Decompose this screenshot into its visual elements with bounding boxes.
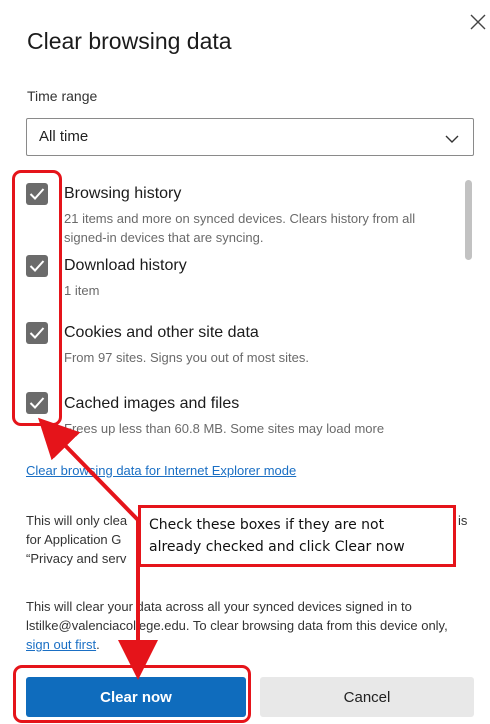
cached-images-desc: Frees up less than 60.8 MB. Some sites m… <box>64 421 385 436</box>
callout-line-2: already checked and click Clear now <box>149 539 405 555</box>
download-history-desc: 1 item <box>64 283 100 298</box>
time-range-dropdown[interactable]: All time <box>26 118 474 156</box>
time-range-label: Time range <box>27 88 98 104</box>
close-icon[interactable] <box>468 12 488 32</box>
dialog-title: Clear browsing data <box>27 28 232 54</box>
info-line-1b: is <box>458 513 468 528</box>
instruction-callout: Check these boxes if they are not alread… <box>138 505 456 567</box>
cookies-desc: From 97 sites. Signs you out of most sit… <box>64 350 309 365</box>
checkbox-highlight-box <box>12 170 62 426</box>
time-range-value: All time <box>39 128 89 145</box>
cached-images-title: Cached images and files <box>64 395 240 412</box>
chevron-down-icon <box>445 131 459 143</box>
sync-info-text: This will clear your data across all you… <box>26 597 466 654</box>
browsing-history-title: Browsing history <box>64 185 182 202</box>
cancel-button[interactable]: Cancel <box>260 677 474 717</box>
clear-button-highlight-box <box>13 665 251 723</box>
ie-mode-link[interactable]: Clear browsing data for Internet Explore… <box>26 463 296 478</box>
sync-info-end: . <box>96 637 100 652</box>
cookies-title: Cookies and other site data <box>64 324 259 341</box>
sign-out-first-link[interactable]: sign out first <box>26 637 96 652</box>
scrollbar-thumb[interactable] <box>465 180 472 260</box>
browsing-history-desc: 21 items and more on synced devices. Cle… <box>64 211 416 245</box>
sync-info-body: This will clear your data across all you… <box>26 599 448 633</box>
download-history-title: Download history <box>64 257 187 274</box>
callout-line-1: Check these boxes if they are not <box>149 517 385 533</box>
